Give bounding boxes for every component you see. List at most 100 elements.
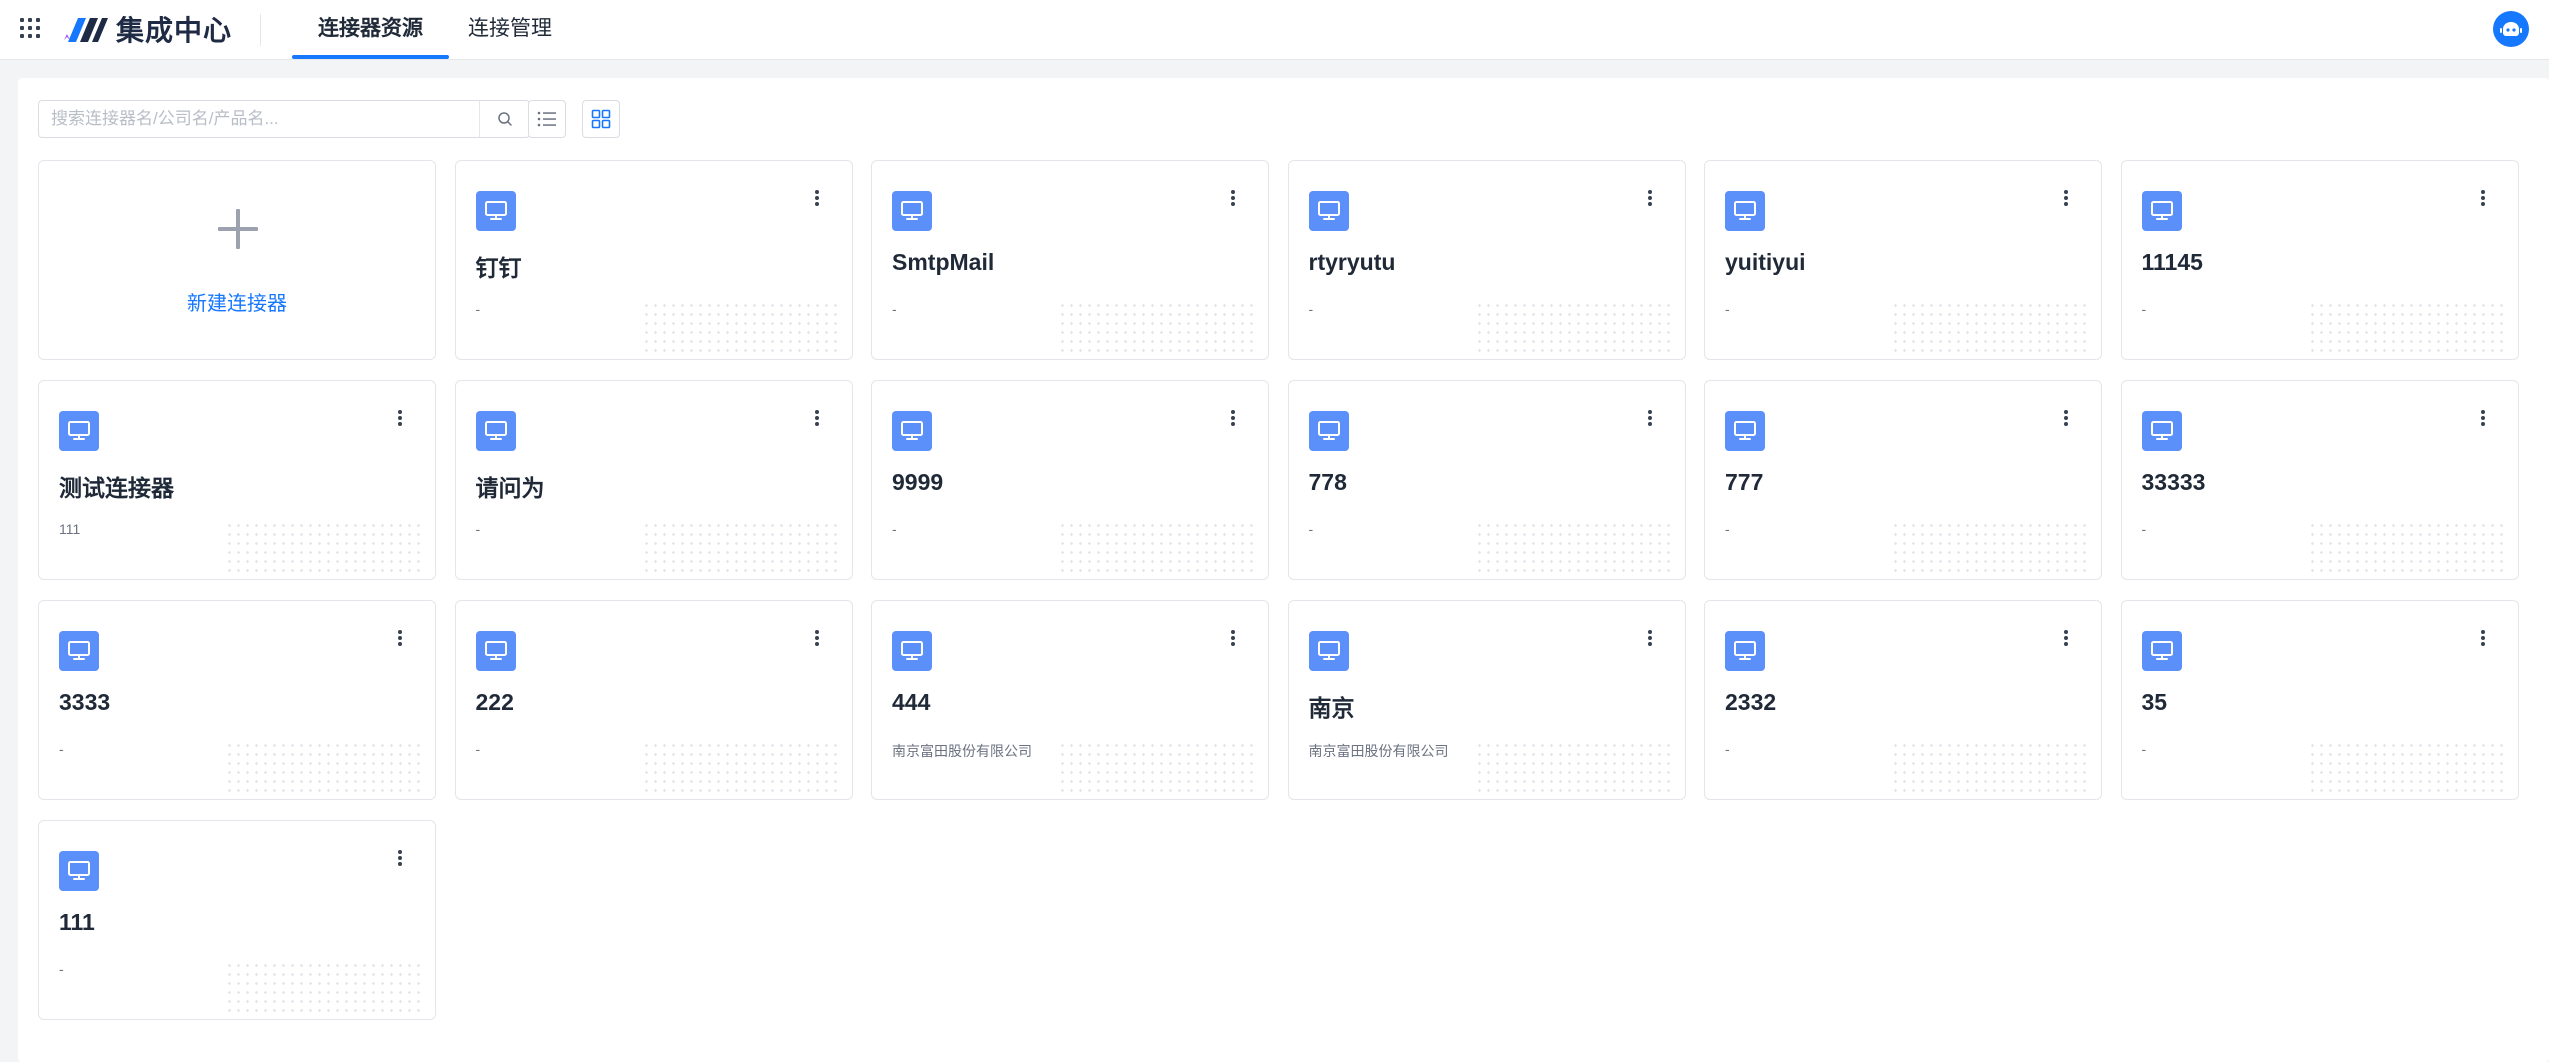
dot-pattern (225, 521, 425, 573)
connector-name: 222 (475, 689, 514, 715)
connector-company: - (892, 521, 897, 537)
robot-icon (2500, 22, 2522, 36)
more-vertical-icon[interactable] (1226, 187, 1240, 209)
top-bar: 集成中心 连接器资源 连接管理 (0, 0, 2549, 60)
logo: 集成中心 (60, 12, 232, 46)
search-input[interactable] (39, 101, 488, 137)
connector-name: 33333 (2141, 469, 2206, 495)
more-vertical-icon[interactable] (2059, 627, 2073, 649)
connector-card[interactable]: 444 南京富田股份有限公司 (871, 600, 1269, 800)
dot-pattern (641, 741, 842, 793)
connector-company: - (475, 741, 481, 757)
connector-card[interactable]: 778 - (1287, 380, 1686, 580)
more-vertical-icon[interactable] (393, 627, 407, 649)
more-vertical-icon[interactable] (1226, 407, 1240, 429)
connector-company: 南京富田股份有限公司 (1308, 743, 1449, 759)
connector-company: - (1308, 521, 1314, 537)
more-vertical-icon[interactable] (1643, 187, 1657, 209)
dot-pattern (1058, 521, 1258, 573)
logo-mark-icon (64, 18, 108, 42)
connector-card[interactable]: 111 - (38, 820, 436, 1020)
connector-card[interactable]: 钉钉 - (454, 160, 853, 360)
monitor-icon (1725, 191, 1765, 231)
grid-view-button[interactable] (582, 100, 620, 138)
connector-card[interactable]: 35 - (2120, 600, 2519, 800)
search-button[interactable] (479, 101, 530, 137)
connector-company: - (1725, 521, 1730, 537)
connector-card[interactable]: 9999 - (871, 380, 1269, 580)
monitor-icon (475, 191, 516, 231)
more-vertical-icon[interactable] (393, 847, 407, 869)
connector-name: 3333 (59, 689, 111, 715)
header-divider (260, 14, 261, 46)
dot-pattern (641, 301, 842, 353)
tab-connection-management[interactable]: 连接管理 (468, 0, 552, 59)
monitor-icon (2141, 191, 2182, 231)
more-vertical-icon[interactable] (2476, 627, 2490, 649)
connector-name: 11145 (2141, 249, 2203, 275)
new-connector-card[interactable]: 新建连接器 (38, 160, 436, 360)
connector-card[interactable]: rtyryutu - (1287, 160, 1686, 360)
dot-pattern (1058, 301, 1258, 353)
monitor-icon (59, 411, 99, 451)
dot-pattern (225, 961, 425, 1013)
plus-icon (218, 209, 258, 249)
more-vertical-icon[interactable] (810, 187, 824, 209)
connector-company: - (2141, 301, 2147, 317)
new-connector-label: 新建连接器 (187, 293, 287, 315)
more-vertical-icon[interactable] (810, 407, 824, 429)
more-vertical-icon[interactable] (1643, 407, 1657, 429)
more-vertical-icon[interactable] (1643, 627, 1657, 649)
connector-card[interactable]: 南京南京富田股份有限公司 (1287, 600, 1686, 800)
connector-card[interactable]: 33333 - (2120, 380, 2519, 580)
dot-pattern (1474, 521, 1675, 573)
app-title: 集成中心 (116, 15, 233, 46)
dot-pattern (2307, 741, 2508, 793)
connector-card[interactable]: 请问为 - (454, 380, 853, 580)
monitor-icon (475, 411, 516, 451)
connector-company: - (1725, 301, 1730, 317)
dot-pattern (225, 741, 425, 793)
connector-company: 南京富田股份有限公司 (892, 743, 1032, 759)
dot-pattern (1058, 741, 1258, 793)
more-vertical-icon[interactable] (2476, 187, 2490, 209)
tab-connector-resources[interactable]: 连接器资源 (292, 0, 449, 59)
connector-name: 钉钉 (475, 255, 522, 281)
connector-company: - (475, 301, 481, 317)
dot-pattern (1891, 741, 2091, 793)
dot-pattern (2307, 301, 2508, 353)
list-view-icon (537, 111, 556, 127)
connector-name: 测试连接器 (59, 475, 174, 501)
more-vertical-icon[interactable] (2476, 407, 2490, 429)
avatar[interactable] (2493, 11, 2529, 47)
more-vertical-icon[interactable] (2059, 187, 2073, 209)
more-vertical-icon[interactable] (393, 407, 407, 429)
more-vertical-icon[interactable] (1226, 627, 1240, 649)
monitor-icon (2141, 411, 2182, 451)
connector-card[interactable]: 测试连接器 111 (38, 380, 436, 580)
connector-card[interactable]: 3333 - (38, 600, 436, 800)
main-panel: 新建连接器 钉钉-SmtpMail-rtyryutu-yuitiyui-1114… (18, 78, 2549, 1062)
connector-card[interactable]: yuitiyui - (1704, 160, 2102, 360)
connector-name: 南京 (1308, 695, 1355, 721)
more-vertical-icon[interactable] (2059, 407, 2073, 429)
connector-card[interactable]: 222 - (454, 600, 853, 800)
connector-card[interactable]: 11145 - (2120, 160, 2519, 360)
monitor-icon (892, 191, 932, 231)
connector-card[interactable]: SmtpMail - (871, 160, 1269, 360)
connector-company: - (1725, 741, 1730, 757)
monitor-icon (59, 851, 99, 891)
connector-company: - (2141, 521, 2147, 537)
connector-card[interactable]: 777 - (1704, 380, 2102, 580)
dot-pattern (1891, 301, 2091, 353)
list-view-button[interactable] (528, 100, 566, 138)
connector-name: 111 (59, 909, 95, 935)
grid-view-icon (591, 109, 611, 129)
more-vertical-icon[interactable] (810, 627, 824, 649)
connector-card[interactable]: 2332 - (1704, 600, 2102, 800)
connector-name: 35 (2141, 689, 2168, 715)
apps-grid-icon[interactable] (18, 16, 42, 40)
monitor-icon (1308, 191, 1349, 231)
connector-name: yuitiyui (1725, 249, 1806, 275)
dot-pattern (2307, 521, 2508, 573)
